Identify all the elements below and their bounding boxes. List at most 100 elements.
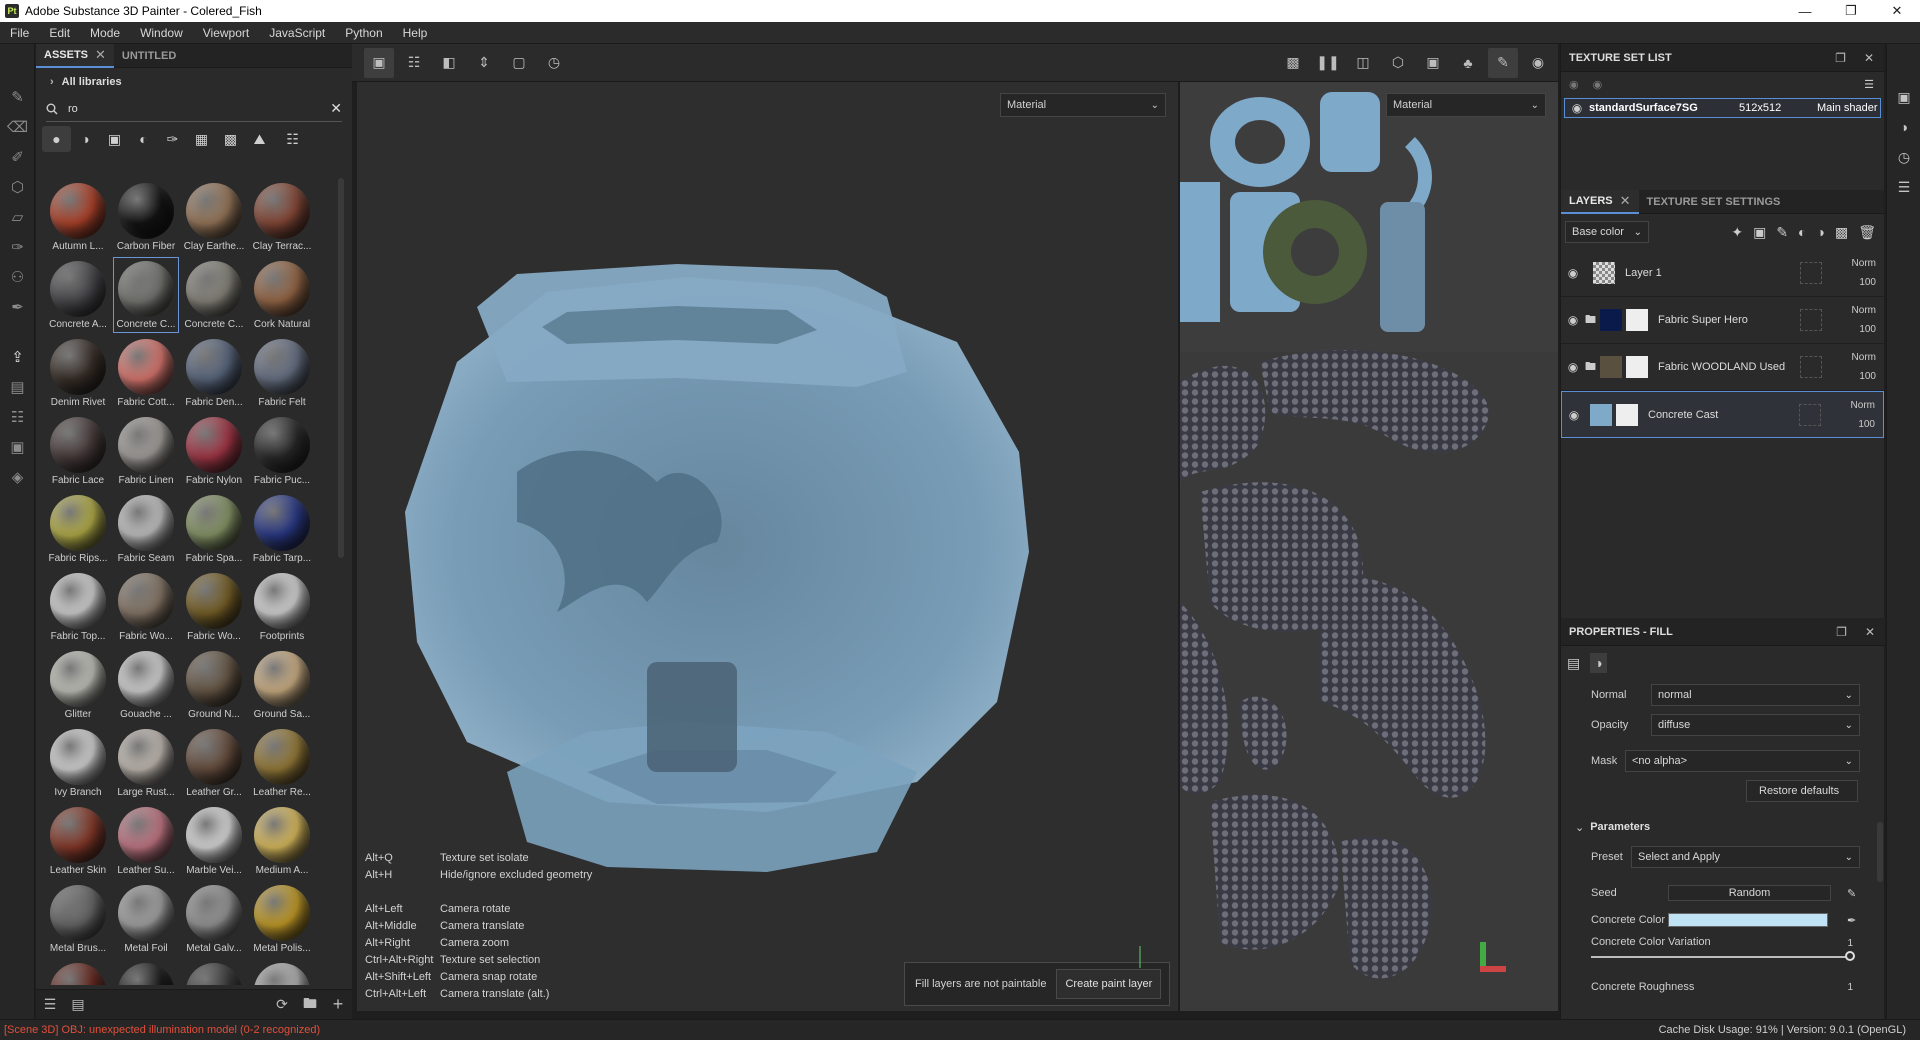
- filter-brushes-icon[interactable]: ✑: [158, 126, 187, 152]
- layer-blend[interactable]: Norm 100: [1836, 254, 1876, 292]
- asset-tile[interactable]: Leather Su...: [112, 802, 180, 880]
- tab-texture-set-settings[interactable]: TEXTURE SET SETTINGS: [1639, 190, 1789, 214]
- projection-tool-icon[interactable]: ✐: [0, 142, 35, 172]
- viewport-3d[interactable]: Material ⌄ Alt+Q Texture set isolate Alt+…: [357, 82, 1178, 1011]
- mirror-x-icon[interactable]: ◧: [434, 48, 464, 78]
- asset-tile[interactable]: Leather Skin: [44, 802, 112, 880]
- menu-viewport[interactable]: Viewport: [193, 26, 259, 40]
- split-view-icon[interactable]: ◫: [1348, 48, 1378, 78]
- bake-mode-icon[interactable]: ♣: [1453, 48, 1483, 78]
- asset-tile[interactable]: Carbon Fiber: [112, 178, 180, 256]
- asset-tile[interactable]: Fabric Spa...: [180, 490, 248, 568]
- clear-search-icon[interactable]: ✕: [330, 100, 342, 117]
- folder-icon[interactable]: 🖿: [296, 991, 324, 1019]
- close-panel-icon[interactable]: ✕: [1865, 625, 1875, 639]
- asset-tile[interactable]: [112, 958, 180, 985]
- tab-assets[interactable]: ASSETS ✕: [36, 43, 114, 68]
- asset-tile[interactable]: Gouache ...: [112, 646, 180, 724]
- asset-tile[interactable]: Ivy Branch: [44, 724, 112, 802]
- smudge-tool-icon[interactable]: ✑: [0, 232, 35, 262]
- asset-tile[interactable]: Metal Foil: [112, 880, 180, 958]
- menu-edit[interactable]: Edit: [39, 26, 80, 40]
- bake-icon[interactable]: ◈: [0, 462, 35, 492]
- menu-window[interactable]: Window: [130, 26, 193, 40]
- preset-list-icon[interactable]: ☰: [36, 991, 64, 1019]
- material-tab-icon[interactable]: ◑: [1590, 653, 1607, 673]
- filter-textures-icon[interactable]: ▣: [100, 126, 129, 152]
- filter-alphas-icon[interactable]: ▦: [187, 126, 216, 152]
- filter-smart-masks-icon[interactable]: ◐: [129, 126, 158, 152]
- edit-seed-icon[interactable]: ✎: [1847, 887, 1856, 900]
- add-smart-mask-icon[interactable]: ◑: [1817, 224, 1825, 241]
- asset-tile[interactable]: Cork Natural: [248, 256, 316, 334]
- texture-set-list-icon[interactable]: ▣: [1887, 82, 1920, 112]
- asset-tile[interactable]: Fabric Tarp...: [248, 490, 316, 568]
- menu-mode[interactable]: Mode: [80, 26, 130, 40]
- asset-tile[interactable]: Concrete C...: [180, 256, 248, 334]
- variation-slider[interactable]: [1591, 956, 1851, 958]
- eraser-tool-icon[interactable]: ⌫: [0, 112, 35, 142]
- asset-tile[interactable]: Glitter: [44, 646, 112, 724]
- reset-camera-icon[interactable]: ◷: [539, 48, 569, 78]
- opacity-dropdown[interactable]: diffuse ⌄: [1651, 714, 1860, 736]
- eye-icon[interactable]: ◉: [1561, 360, 1585, 374]
- grid-view-icon[interactable]: ☷: [278, 126, 307, 152]
- parameters-section-header[interactable]: ⌄ Parameters: [1561, 812, 1885, 842]
- assets-panel-icon[interactable]: ⇪: [0, 342, 35, 372]
- standard-selection-icon[interactable]: ▣: [364, 47, 394, 78]
- mirror-y-icon[interactable]: ⇕: [469, 48, 499, 78]
- asset-tile[interactable]: Autumn L...: [44, 178, 112, 256]
- eye-icon[interactable]: ◉: [1562, 408, 1586, 422]
- asset-tile[interactable]: Ground Sa...: [248, 646, 316, 724]
- history-icon[interactable]: ◷: [1887, 142, 1920, 172]
- tab-layers[interactable]: LAYERS ✕: [1561, 189, 1639, 214]
- asset-tile[interactable]: Fabric Wo...: [112, 568, 180, 646]
- color-picker-icon[interactable]: ✒: [1847, 914, 1856, 927]
- layer-blend[interactable]: Norm 100: [1836, 348, 1876, 386]
- layout-toggle-icon[interactable]: ▤: [64, 991, 92, 1019]
- tab-untitled[interactable]: UNTITLED: [114, 44, 184, 68]
- minimize-button[interactable]: —: [1782, 0, 1828, 22]
- layer-blend[interactable]: Norm 100: [1836, 301, 1876, 339]
- add-icon[interactable]: +: [324, 991, 352, 1019]
- float-panel-icon[interactable]: ❐: [1836, 625, 1847, 639]
- filter-environments-icon[interactable]: ⛰: [245, 126, 274, 152]
- filter-smart-materials-icon[interactable]: ◑: [71, 126, 100, 152]
- camera-view-icon[interactable]: ▣: [1418, 48, 1448, 78]
- viewer-settings-icon[interactable]: ▣: [0, 432, 35, 462]
- display-settings-icon[interactable]: ☷: [0, 402, 35, 432]
- asset-tile[interactable]: Concrete A...: [44, 256, 112, 334]
- delete-layer-icon[interactable]: 🗑: [1858, 224, 1876, 241]
- filter-materials-icon[interactable]: ●: [42, 126, 71, 152]
- asset-tile[interactable]: Clay Terrac...: [248, 178, 316, 256]
- log-icon[interactable]: ☰: [1887, 172, 1920, 202]
- fit-view-icon[interactable]: ▢: [504, 48, 534, 78]
- viewport-2d-mode-dropdown[interactable]: Material ⌄: [1386, 93, 1546, 117]
- asset-tile[interactable]: Fabric Felt: [248, 334, 316, 412]
- add-folder-icon[interactable]: ▩: [1835, 224, 1848, 241]
- add-effect-icon[interactable]: ✦: [1731, 224, 1743, 241]
- assets-scrollbar[interactable]: [338, 178, 344, 558]
- search-input[interactable]: [68, 102, 298, 115]
- asset-tile[interactable]: Fabric Cott...: [112, 334, 180, 412]
- show-all-icon[interactable]: ◉: [1593, 78, 1603, 91]
- layer-settings-icon[interactable]: ▤: [1567, 655, 1580, 672]
- concrete-color-swatch[interactable]: [1668, 913, 1828, 927]
- paint-mode-icon[interactable]: ✎: [1488, 47, 1518, 78]
- geometry-fill-tool-icon[interactable]: ⬡: [0, 172, 35, 202]
- screenshot-icon[interactable]: ◉: [1523, 48, 1553, 78]
- shader-settings-icon[interactable]: ◑: [1887, 112, 1920, 142]
- refresh-icon[interactable]: ⟳: [268, 991, 296, 1019]
- shelf-panel-icon[interactable]: ▤: [0, 372, 35, 402]
- asset-tile[interactable]: Fabric Puc...: [248, 412, 316, 490]
- asset-tile[interactable]: Fabric Nylon: [180, 412, 248, 490]
- asset-tile[interactable]: Fabric Linen: [112, 412, 180, 490]
- asset-tile[interactable]: [180, 958, 248, 985]
- layer-row-selected[interactable]: ◉ Concrete Cast Norm 100: [1561, 391, 1884, 438]
- clone-tool-icon[interactable]: ⚇: [0, 262, 35, 292]
- seed-random-button[interactable]: Random: [1668, 885, 1831, 901]
- variation-slider-handle[interactable]: [1845, 951, 1855, 961]
- close-icon[interactable]: ✕: [95, 47, 106, 63]
- asset-tile[interactable]: Ground N...: [180, 646, 248, 724]
- asset-tile[interactable]: Footprints: [248, 568, 316, 646]
